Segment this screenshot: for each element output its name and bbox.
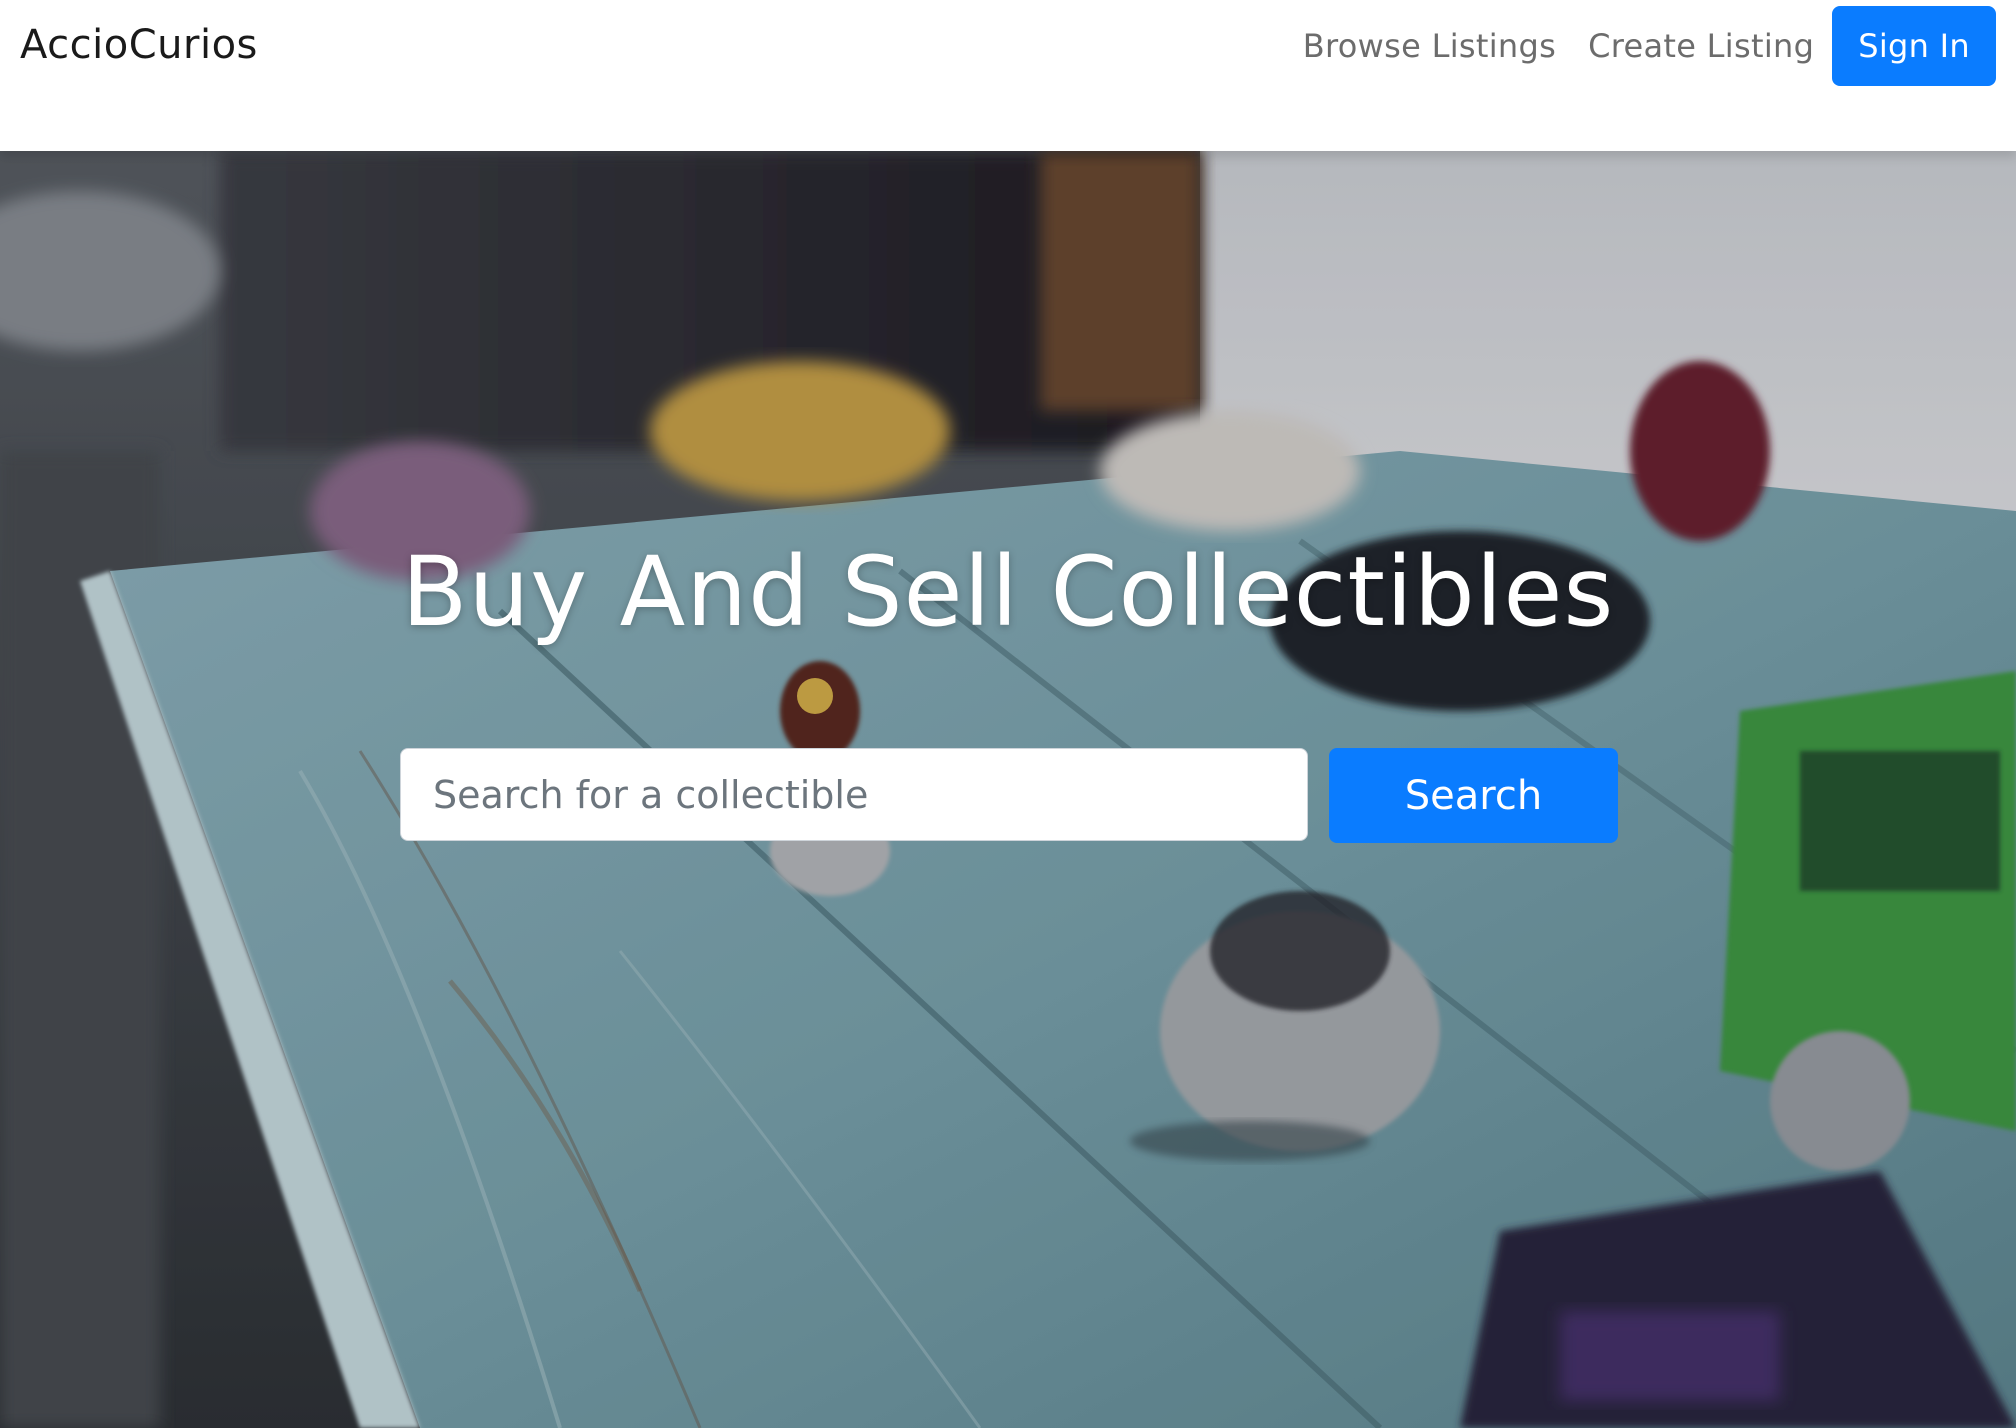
brand-logo-link[interactable]: AccioCurios xyxy=(20,22,258,68)
search-button[interactable]: Search xyxy=(1329,748,1618,843)
nav-links: Browse Listings Create Listing Sign In xyxy=(1303,6,1996,86)
top-navbar: AccioCurios Browse Listings Create Listi… xyxy=(0,0,2016,151)
nav-browse-listings-link[interactable]: Browse Listings xyxy=(1303,27,1556,65)
sign-in-button[interactable]: Sign In xyxy=(1832,6,1996,86)
hero-title: Buy And Sell Collectibles xyxy=(401,536,1615,648)
nav-create-listing-link[interactable]: Create Listing xyxy=(1588,27,1814,65)
hero-section: Buy And Sell Collectibles Search xyxy=(0,151,2016,1428)
search-input[interactable] xyxy=(400,748,1308,841)
